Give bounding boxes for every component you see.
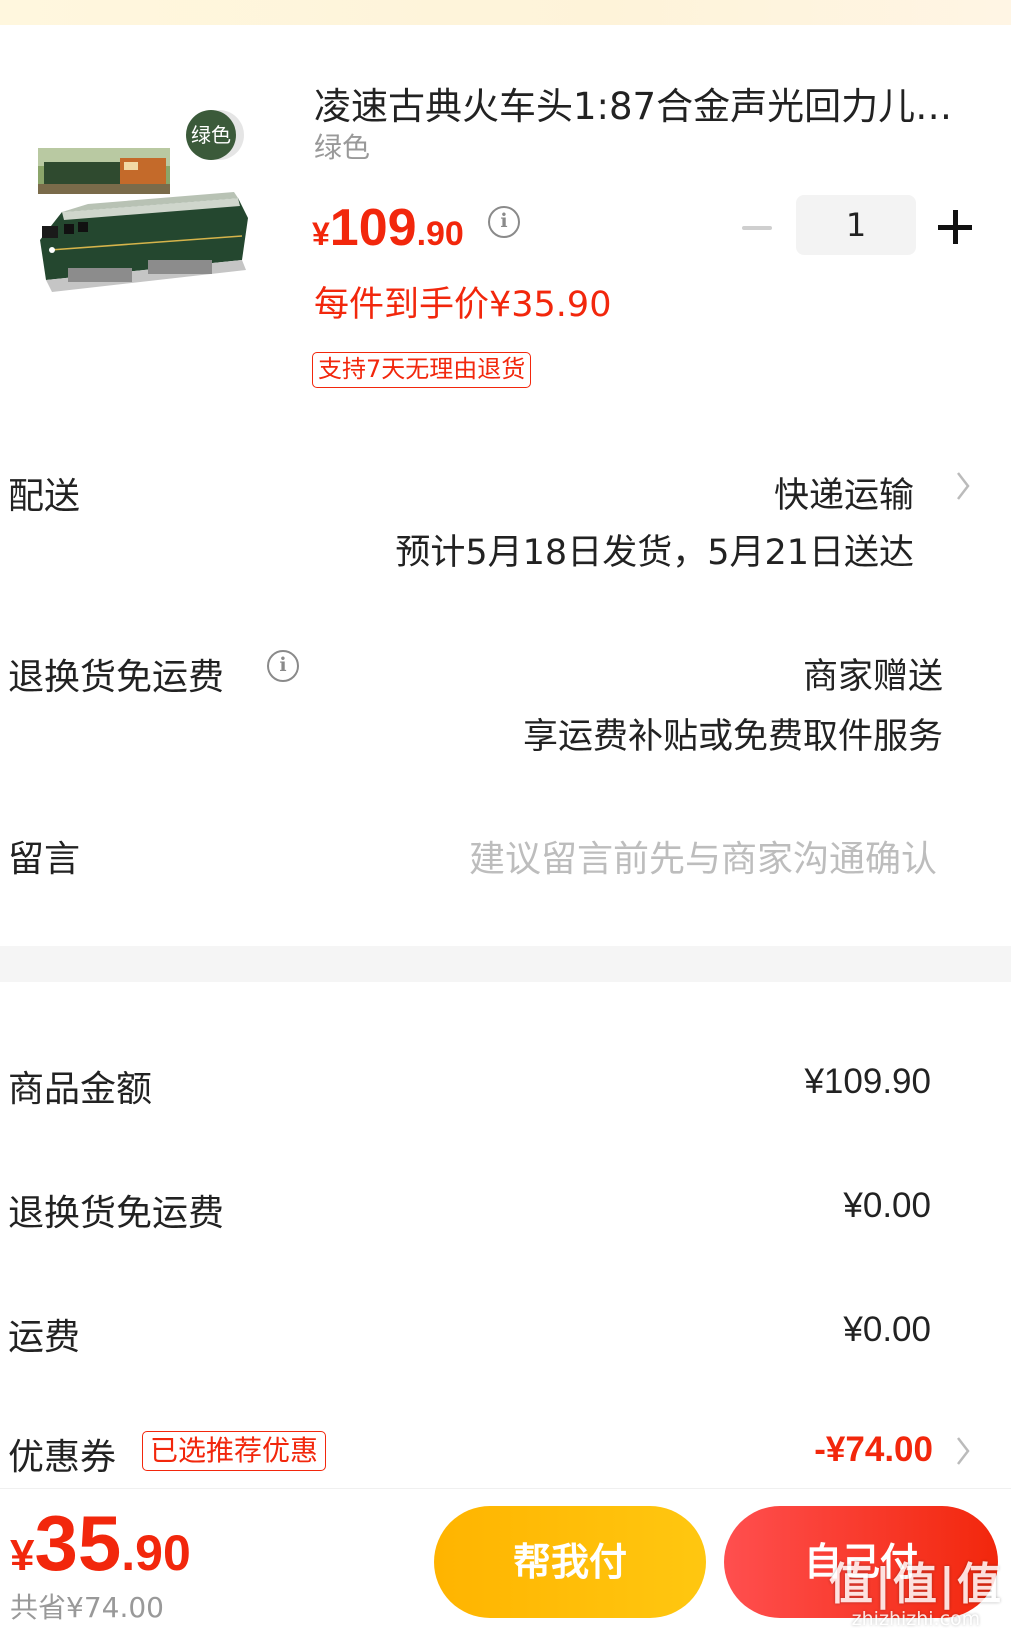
watermark-logo: 值|值|值: [828, 1559, 1003, 1610]
checkout-page: 绿色 凌速古典火车头1:87合金声光回力儿… 绿色 ¥109.90 i 1 每件…: [0, 0, 1011, 1628]
total-saved: 共省¥74.00: [10, 1591, 164, 1624]
return-shipping-info-icon[interactable]: i: [267, 650, 299, 682]
price-currency: ¥: [312, 216, 330, 252]
color-swatch-badge: 绿色: [186, 110, 244, 160]
delivery-method[interactable]: 快递运输: [774, 467, 914, 518]
total-decimal: .90: [121, 1525, 191, 1581]
quantity-decrease-button[interactable]: [740, 211, 774, 245]
product-variant: 绿色: [314, 131, 371, 164]
message-input[interactable]: 建议留言前先与商家沟通确认: [469, 830, 937, 882]
delivery-label: 配送: [8, 476, 81, 517]
return-shipping-value: 商家赠送: [802, 657, 943, 697]
shipping-fee-label: 运费: [8, 1317, 81, 1358]
watermark-url: zhizhizhi.com: [851, 1608, 981, 1628]
swatch-label: 绿色: [186, 110, 236, 160]
help-me-pay-button[interactable]: 帮我付: [434, 1506, 706, 1618]
chevron-right-icon[interactable]: [956, 471, 970, 501]
site-watermark: 值|值|值 zhizhizhi.com: [829, 1548, 1003, 1628]
coupon-selected-tag: 已选推荐优惠: [142, 1431, 327, 1471]
minus-icon: [742, 226, 772, 230]
section-divider: [0, 946, 1011, 982]
quantity-increase-button[interactable]: [938, 210, 972, 244]
chevron-right-icon[interactable]: [956, 1436, 970, 1466]
product-title[interactable]: 凌速古典火车头1:87合金声光回力儿…: [314, 76, 979, 130]
coupon-discount-value[interactable]: -¥74.00: [814, 1430, 933, 1470]
shipping-fee-value: ¥0.00: [843, 1310, 931, 1349]
total-integer: 35: [34, 1499, 122, 1587]
price-info-icon[interactable]: i: [488, 206, 520, 238]
return-shipping-label: 退换货免运费: [8, 657, 225, 698]
quantity-input[interactable]: 1: [796, 195, 916, 255]
total-price: ¥35.90: [10, 1498, 191, 1589]
return-fee-value: ¥0.00: [843, 1186, 931, 1225]
unit-price-after-discount: 每件到手价¥35.90: [314, 285, 612, 325]
message-label: 留言: [8, 839, 81, 880]
top-banner-strip: [0, 0, 1011, 25]
goods-amount-label: 商品金额: [8, 1069, 153, 1110]
delivery-estimate: 预计5月18日发货，5月21日送达: [395, 533, 914, 573]
coupon-label: 优惠券: [8, 1437, 117, 1478]
price-integer: 109: [329, 199, 417, 257]
product-price: ¥109.90: [312, 198, 464, 258]
return-fee-label: 退换货免运费: [8, 1193, 225, 1234]
return-policy-tag: 支持7天无理由退货: [312, 352, 532, 388]
total-currency: ¥: [10, 1531, 35, 1580]
return-shipping-detail: 享运费补贴或免费取件服务: [522, 717, 943, 757]
goods-amount-value: ¥109.90: [804, 1062, 931, 1101]
price-decimal: .90: [416, 215, 464, 253]
